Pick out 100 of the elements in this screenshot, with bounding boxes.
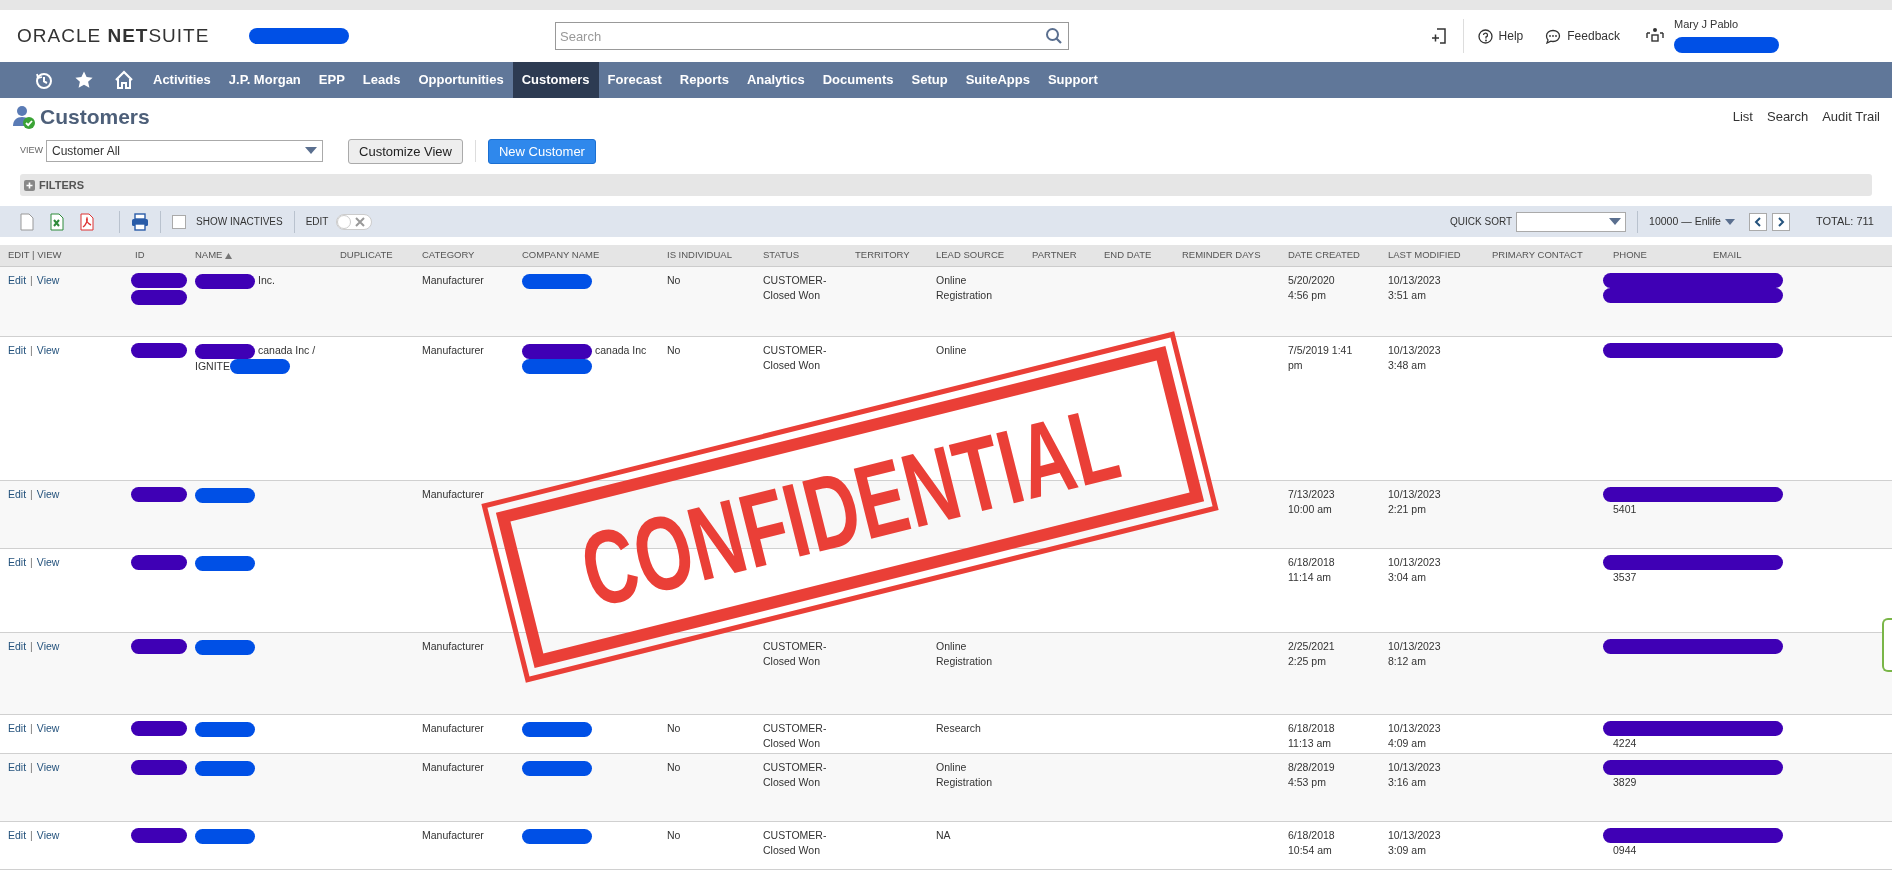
nav-tab[interactable]: Opportunities [409, 62, 513, 98]
edit-link[interactable]: Edit [8, 761, 27, 773]
nav-tab[interactable]: J.P. Morgan [219, 62, 310, 98]
table-cell: Manufacturer [422, 761, 484, 773]
column-header[interactable]: PRIMARY CONTACT [1484, 248, 1605, 263]
print-icon[interactable] [131, 212, 149, 231]
nav-tab[interactable]: Customers [512, 62, 599, 98]
column-header[interactable]: EDIT | VIEW [0, 248, 127, 263]
edit-link[interactable]: Edit [8, 722, 27, 734]
expand-icon[interactable] [24, 179, 35, 191]
table-cell-text: 7/13/2023 10:00 am [1288, 487, 1336, 517]
page-link[interactable]: List [1732, 107, 1753, 127]
view-link[interactable]: View [36, 761, 60, 773]
table-cell-text: 6/18/2018 11:13 am [1288, 721, 1336, 751]
side-widget[interactable] [1882, 618, 1892, 672]
edit-link[interactable]: Edit [8, 640, 27, 652]
range-dropdown[interactable]: 10000 — Enlife [1649, 213, 1735, 230]
role-icon[interactable] [1646, 25, 1664, 44]
column-header[interactable]: COMPANY NAME [514, 248, 659, 263]
table-cell: No [667, 344, 681, 356]
new-customer-button[interactable]: New Customer [488, 138, 596, 164]
chevron-right-icon [1776, 216, 1785, 227]
logo: ORACLE NETSUITE [17, 23, 210, 48]
view-link[interactable]: View [36, 344, 60, 356]
table-cell-text: 4224 [1613, 736, 1638, 751]
edit-link[interactable]: Edit [8, 274, 27, 286]
view-label: VIEW [20, 144, 43, 158]
column-header[interactable]: DUPLICATE [332, 248, 414, 263]
column-header[interactable]: NAME [195, 248, 223, 263]
view-link[interactable]: View [36, 556, 60, 568]
star-icon[interactable] [74, 70, 94, 90]
edit-link[interactable]: Edit [8, 829, 27, 841]
column-header[interactable]: END DATE [1096, 248, 1174, 263]
table-cell: Inc. [258, 274, 275, 286]
edit-link[interactable]: Edit [8, 556, 27, 568]
page-link[interactable]: Audit Trail [1822, 107, 1880, 127]
table-cell-text: 10/13/2023 3:04 am [1388, 555, 1442, 585]
nav-tab[interactable]: Setup [902, 62, 957, 98]
nav-tab[interactable]: Leads [353, 62, 410, 98]
table-cell-text: 10/13/2023 2:21 pm [1388, 487, 1442, 517]
column-header[interactable]: IS INDIVIDUAL [659, 248, 755, 263]
spreadsheet-icon[interactable] [48, 212, 66, 231]
column-header[interactable]: CATEGORY [414, 248, 514, 263]
view-link[interactable]: View [36, 488, 60, 500]
table-cell: Manufacturer [422, 829, 484, 841]
column-header[interactable]: TERRITORY [847, 248, 928, 263]
edit-toggle[interactable] [336, 213, 373, 230]
nav-tab[interactable]: EPP [309, 62, 354, 98]
search-field[interactable]: Search [555, 22, 1069, 50]
help-link[interactable]: Help [1477, 27, 1524, 45]
filters-toggle[interactable]: FILTERS [39, 176, 84, 194]
edit-label: EDIT [305, 215, 329, 229]
nav-tab[interactable]: Activities [144, 62, 220, 98]
feedback-link[interactable]: Feedback [1545, 27, 1620, 45]
page-link[interactable]: Search [1767, 107, 1809, 127]
table-cell-text: 10/13/2023 3:09 am [1388, 828, 1442, 858]
column-header[interactable]: REMINDER DAYS [1174, 248, 1280, 263]
user-name[interactable]: Mary J Pablo [1674, 15, 1779, 33]
add-page-icon[interactable] [1430, 27, 1449, 45]
next-page-button[interactable] [1771, 212, 1790, 231]
table-cell-text: Online Registration [936, 273, 994, 303]
table-cell-text: 5401 [1613, 502, 1638, 517]
nav-tab[interactable]: SuiteApps [956, 62, 1039, 98]
quick-sort-label: QUICK SORT [1450, 215, 1513, 229]
nav-tab[interactable]: Analytics [737, 62, 814, 98]
checkbox-label: SHOW INACTIVES [196, 215, 283, 229]
home-icon[interactable] [114, 70, 134, 90]
table-cell: canada Inc / IGNITE [195, 344, 316, 372]
view-link[interactable]: View [36, 829, 60, 841]
nav-tab[interactable]: Forecast [598, 62, 671, 98]
table-cell-text: Online Registration [936, 639, 994, 669]
view-dropdown[interactable]: Customer All [46, 140, 323, 162]
column-header[interactable]: LAST MODIFIED [1380, 248, 1484, 263]
nav-tab[interactable]: Reports [670, 62, 738, 98]
edit-link[interactable]: Edit [8, 344, 27, 356]
column-header[interactable]: EMAIL [1705, 248, 1892, 263]
column-header[interactable]: PARTNER [1024, 248, 1096, 263]
column-header[interactable]: ID [127, 248, 187, 263]
nav-tab[interactable]: Support [1038, 62, 1107, 98]
quick-sort-dropdown[interactable] [1516, 211, 1627, 232]
previous-page-button[interactable] [1748, 212, 1767, 231]
help-icon [1477, 28, 1493, 44]
view-link[interactable]: View [36, 640, 60, 652]
checkbox[interactable] [172, 214, 186, 229]
view-link[interactable]: View [36, 274, 60, 286]
view-link[interactable]: View [36, 722, 60, 734]
customize-view-button[interactable]: Customize View [348, 138, 463, 164]
column-header[interactable]: LEAD SOURCE [928, 248, 1024, 263]
history-icon[interactable] [34, 70, 54, 90]
column-header[interactable]: PHONE [1605, 248, 1705, 263]
table-cell: CUSTOMER-Closed Won [763, 828, 827, 858]
nav-tab[interactable]: Documents [813, 62, 903, 98]
column-header[interactable]: STATUS [755, 248, 847, 263]
table-cell-text: 10/13/2023 8:12 am [1388, 639, 1442, 669]
sort-icon[interactable] [225, 252, 233, 259]
pdf-icon[interactable] [78, 212, 96, 231]
table-cell: Manufacturer [422, 488, 484, 500]
edit-link[interactable]: Edit [8, 488, 27, 500]
table-cell: Manufacturer [422, 344, 484, 356]
column-header[interactable]: DATE CREATED [1280, 248, 1380, 263]
